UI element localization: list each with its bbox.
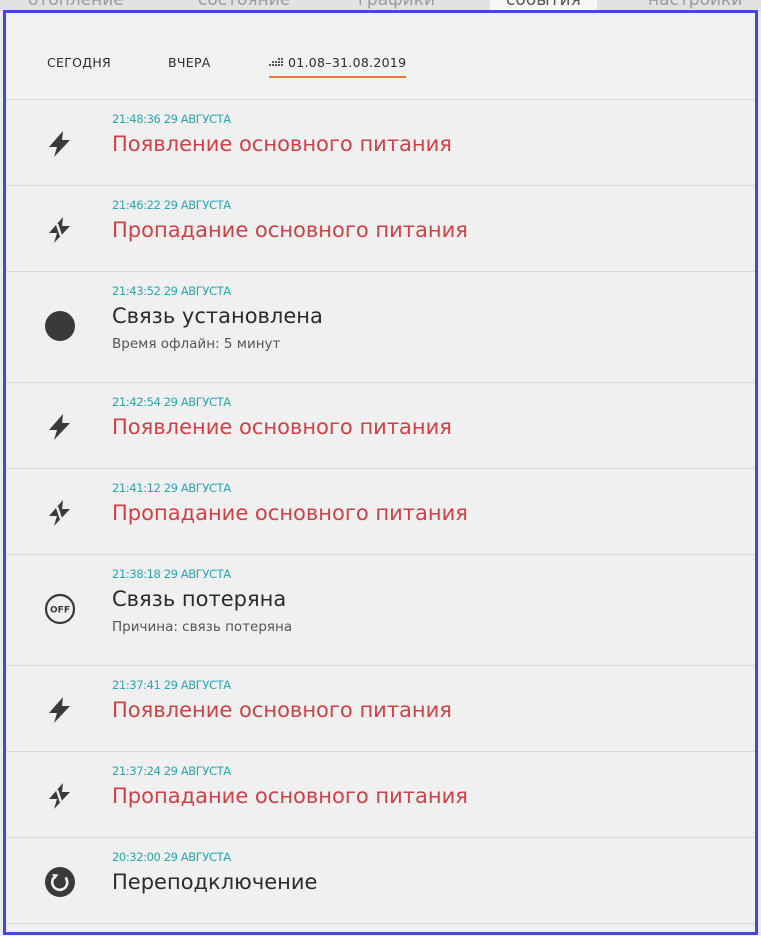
event-row[interactable]: 20:32:00 29 АВГУСТА Переподключение xyxy=(6,838,755,924)
event-row[interactable]: OFF 21:38:18 29 АВГУСТА Связь потеряна П… xyxy=(6,555,755,666)
event-row[interactable]: 21:42:54 29 АВГУСТА Появление основного … xyxy=(6,383,755,469)
event-time: 21:38:18 29 АВГУСТА xyxy=(112,567,231,581)
event-title: Связь установлена xyxy=(112,304,323,328)
event-title: Переподключение xyxy=(112,870,318,894)
event-title: Появление основного питания xyxy=(112,415,452,439)
event-time: 21:48:36 29 АВГУСТА xyxy=(112,112,231,126)
lightning-off-icon xyxy=(49,500,70,526)
filter-yesterday-button[interactable]: ВЧЕРА xyxy=(168,55,211,70)
lightning-off-icon xyxy=(49,217,70,243)
event-row[interactable]: 21:43:52 29 АВГУСТА Связь установлена Вр… xyxy=(6,272,755,383)
event-title: Появление основного питания xyxy=(112,132,452,156)
event-row[interactable]: 21:46:22 29 АВГУСТА Пропадание основного… xyxy=(6,186,755,272)
event-title: Пропадание основного питания xyxy=(112,501,468,525)
off-badge-text: OFF xyxy=(50,606,70,616)
reconnect-icon xyxy=(45,867,75,897)
lightning-off-icon xyxy=(49,783,70,809)
event-row[interactable]: 21:41:12 29 АВГУСТА Пропадание основного… xyxy=(6,469,755,555)
event-detail: Время офлайн: 5 минут xyxy=(112,336,281,352)
events-panel: СЕГОДНЯ ВЧЕРА 01.08–31.08.2019 21:48:36 … xyxy=(3,10,758,935)
event-title: Появление основного питания xyxy=(112,698,452,722)
lightning-icon xyxy=(49,697,70,723)
event-list: 21:48:36 29 АВГУСТА Появление основного … xyxy=(6,100,755,924)
lightning-icon xyxy=(49,131,70,157)
date-range-label: 01.08–31.08.2019 xyxy=(288,55,407,70)
event-time: 21:43:52 29 АВГУСТА xyxy=(112,284,231,298)
filter-today-button[interactable]: СЕГОДНЯ xyxy=(47,55,111,70)
event-title: Связь потеряна xyxy=(112,587,287,611)
date-filter-bar: СЕГОДНЯ ВЧЕРА 01.08–31.08.2019 xyxy=(6,13,755,100)
event-time: 21:46:22 29 АВГУСТА xyxy=(112,198,231,212)
event-row[interactable]: 21:48:36 29 АВГУСТА Появление основного … xyxy=(6,100,755,186)
event-row[interactable]: 21:37:41 29 АВГУСТА Появление основного … xyxy=(6,666,755,752)
event-time: 21:41:12 29 АВГУСТА xyxy=(112,481,231,495)
event-time: 21:42:54 29 АВГУСТА xyxy=(112,395,231,409)
event-detail: Причина: связь потеряна xyxy=(112,619,293,635)
event-time: 21:37:24 29 АВГУСТА xyxy=(112,764,231,778)
lightning-icon xyxy=(49,414,70,440)
online-dot-icon xyxy=(45,311,75,341)
event-title: Пропадание основного питания xyxy=(112,218,468,242)
event-time: 21:37:41 29 АВГУСТА xyxy=(112,678,231,692)
calendar-icon xyxy=(269,58,283,66)
off-badge-icon: OFF xyxy=(44,593,76,625)
event-title: Пропадание основного питания xyxy=(112,784,468,808)
filter-date-range-button[interactable]: 01.08–31.08.2019 xyxy=(269,55,407,78)
event-row[interactable]: 21:37:24 29 АВГУСТА Пропадание основного… xyxy=(6,752,755,838)
event-time: 20:32:00 29 АВГУСТА xyxy=(112,850,231,864)
